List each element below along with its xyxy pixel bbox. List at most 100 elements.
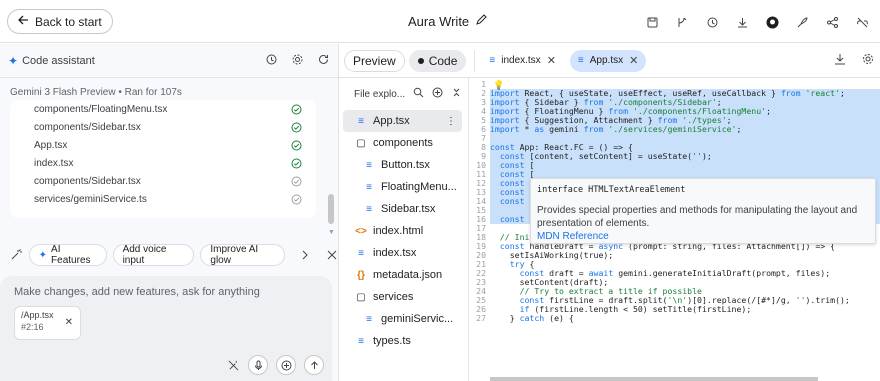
download-icon[interactable]	[834, 53, 846, 68]
history-icon[interactable]	[702, 12, 722, 32]
pencil-icon[interactable]	[475, 14, 487, 29]
settings-icon[interactable]	[862, 53, 874, 68]
download-icon[interactable]	[732, 12, 752, 32]
ts-file-icon: ≡	[366, 203, 372, 215]
assistant-panel: ✦ Code assistant Gemini 3 Flash Preview …	[0, 44, 339, 381]
close-icon[interactable]	[325, 248, 338, 262]
active-dot-icon	[417, 57, 424, 64]
history-icon[interactable]	[265, 53, 278, 69]
chevron-right-icon[interactable]	[299, 248, 312, 262]
explorer-folder[interactable]: ▢ components	[339, 132, 468, 154]
add-button[interactable]	[276, 355, 296, 375]
folder-icon: ▢	[356, 291, 366, 303]
collapse-icon[interactable]	[451, 87, 462, 101]
settings-icon[interactable]	[291, 53, 304, 69]
explorer-header: File explo...	[339, 78, 468, 110]
code-line: 27 } catch (e) {	[470, 314, 880, 323]
app-title-text: Aura Write	[408, 14, 470, 29]
save-icon[interactable]	[642, 12, 662, 32]
top-bar: Back to start Aura Write	[0, 0, 880, 43]
json-file-icon: {}	[357, 269, 365, 281]
lightbulb-icon[interactable]: 💡	[493, 80, 504, 91]
deploy-icon[interactable]	[792, 12, 812, 32]
changed-file-item[interactable]: components/Sidebar.tsx	[10, 172, 316, 190]
back-label: Back to start	[35, 14, 102, 29]
line-number: 27	[476, 313, 486, 323]
add-file-icon[interactable]	[432, 87, 443, 101]
prompt-placeholder: Make changes, add new features, ask for …	[14, 286, 260, 298]
ts-file-icon: ≡	[358, 335, 364, 347]
assistant-header: ✦ Code assistant	[0, 44, 338, 78]
scrollbar[interactable]	[328, 194, 334, 224]
changed-file-item[interactable]: App.tsx	[10, 136, 316, 154]
magic-wand-icon[interactable]	[10, 248, 23, 262]
explorer-file[interactable]: ≡ index.tsx	[339, 242, 468, 264]
code-text: setIsAiWorking(true);	[490, 250, 614, 260]
arrow-left-icon	[17, 14, 29, 29]
suggestion-chip-voice-input[interactable]: Add voice input	[112, 244, 195, 266]
mdn-reference-link[interactable]: MDN Reference	[537, 231, 869, 242]
code-text: } catch (e) {	[490, 313, 574, 323]
hover-tooltip: interface HTMLTextAreaElement Provides s…	[530, 178, 876, 244]
changed-file-item[interactable]: services/geminiService.ts	[10, 190, 316, 208]
explorer-file[interactable]: ≡ Sidebar.tsx	[339, 198, 468, 220]
explorer-title: File explo...	[354, 88, 406, 100]
microphone-button[interactable]	[248, 355, 268, 375]
code-line: 6 import * as gemini from './services/gem…	[470, 125, 880, 134]
horizontal-scrollbar[interactable]	[490, 377, 818, 381]
search-icon[interactable]	[413, 87, 424, 101]
check-circle-icon	[291, 194, 302, 204]
explorer-file[interactable]: ≡ FloatingMenu...	[339, 176, 468, 198]
check-circle-icon	[291, 140, 302, 150]
github-icon[interactable]	[762, 12, 782, 32]
magic-off-icon[interactable]	[226, 358, 240, 372]
ts-file-icon: ≡	[366, 181, 372, 193]
close-tab-icon[interactable]: ✕	[629, 54, 638, 67]
code-text: import * as gemini from './services/gemi…	[490, 125, 880, 134]
prompt-input[interactable]: Make changes, add new features, ask for …	[0, 276, 332, 381]
editor-tab-bar: Preview Code ≡ index.tsx ✕ ≡ App.tsx ✕	[339, 44, 880, 78]
file-code-icon: ≡	[489, 55, 496, 66]
ts-file-icon: ≡	[358, 115, 364, 127]
html-file-icon: <>	[355, 225, 367, 237]
more-vert-icon[interactable]: ⋮	[446, 116, 456, 127]
sparkle-icon: ✦	[38, 249, 48, 261]
tab-index-tsx[interactable]: ≡ index.tsx ✕	[481, 50, 564, 72]
tab-app-tsx[interactable]: ≡ App.tsx ✕	[569, 49, 647, 72]
changed-file-item[interactable]: components/FloatingMenu.tsx	[10, 100, 316, 118]
ts-file-icon: ≡	[366, 313, 372, 325]
app-title[interactable]: Aura Write	[408, 14, 487, 29]
ts-file-icon: ≡	[366, 159, 372, 171]
explorer-file[interactable]: <> index.html	[339, 220, 468, 242]
changed-file-item[interactable]: components/Sidebar.tsx	[10, 118, 316, 136]
close-tab-icon[interactable]: ✕	[547, 54, 556, 67]
refresh-icon[interactable]	[317, 53, 330, 69]
code-text: const [content, setContent] = useState('…	[490, 152, 880, 161]
check-circle-icon	[291, 158, 302, 168]
preview-button[interactable]: Preview	[344, 49, 405, 72]
file-explorer: File explo... ≡ App.tsx ⋮ ▢ components ≡ Butto…	[339, 78, 469, 381]
explorer-folder[interactable]: ▢ services	[339, 286, 468, 308]
attachment-chip[interactable]: /App.tsx #2:16 ✕	[14, 306, 81, 340]
suggestion-chip-ai-features[interactable]: ✦ AI Features	[28, 244, 107, 266]
scroll-down-arrow-icon[interactable]: ▼	[328, 229, 335, 236]
code-button[interactable]: Code	[408, 49, 467, 72]
branch-icon[interactable]	[672, 12, 692, 32]
changed-file-item[interactable]: index.tsx	[10, 154, 316, 172]
explorer-file[interactable]: ≡ types.ts	[339, 330, 468, 352]
explorer-file[interactable]: ≡ geminiServic...	[339, 308, 468, 330]
assistant-title: Code assistant	[22, 54, 95, 67]
suggestion-row: ✦ AI Features Add voice input Improve AI …	[10, 244, 338, 266]
send-button[interactable]	[304, 355, 324, 375]
suggestion-chip-ai-glow[interactable]: Improve AI glow	[200, 244, 285, 266]
back-to-start-button[interactable]: Back to start	[7, 9, 113, 34]
check-circle-icon	[291, 176, 302, 186]
explorer-file[interactable]: {} metadata.json	[339, 264, 468, 286]
link-off-icon[interactable]	[852, 12, 872, 32]
explorer-file[interactable]: ≡ Button.tsx	[339, 154, 468, 176]
remove-attachment-icon[interactable]: ✕	[65, 317, 73, 328]
check-circle-icon	[291, 104, 302, 114]
share-icon[interactable]	[822, 12, 842, 32]
explorer-file[interactable]: ≡ App.tsx ⋮	[343, 110, 462, 132]
ts-file-icon: ≡	[358, 247, 364, 259]
